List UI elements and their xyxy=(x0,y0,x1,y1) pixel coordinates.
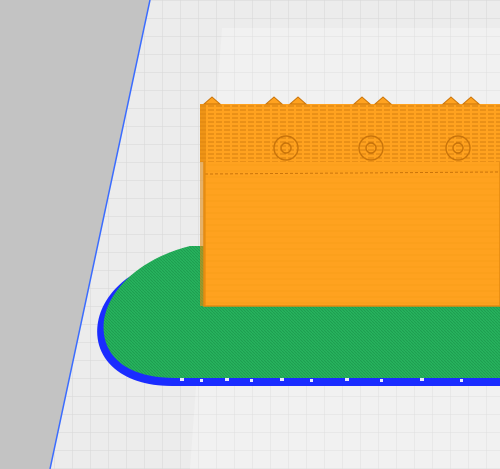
3d-viewport[interactable] xyxy=(0,0,500,469)
model-top-band[interactable] xyxy=(200,104,500,162)
slicer-scene[interactable] xyxy=(0,0,500,469)
model-front-face[interactable] xyxy=(204,160,500,306)
model-left-edge xyxy=(200,104,206,306)
